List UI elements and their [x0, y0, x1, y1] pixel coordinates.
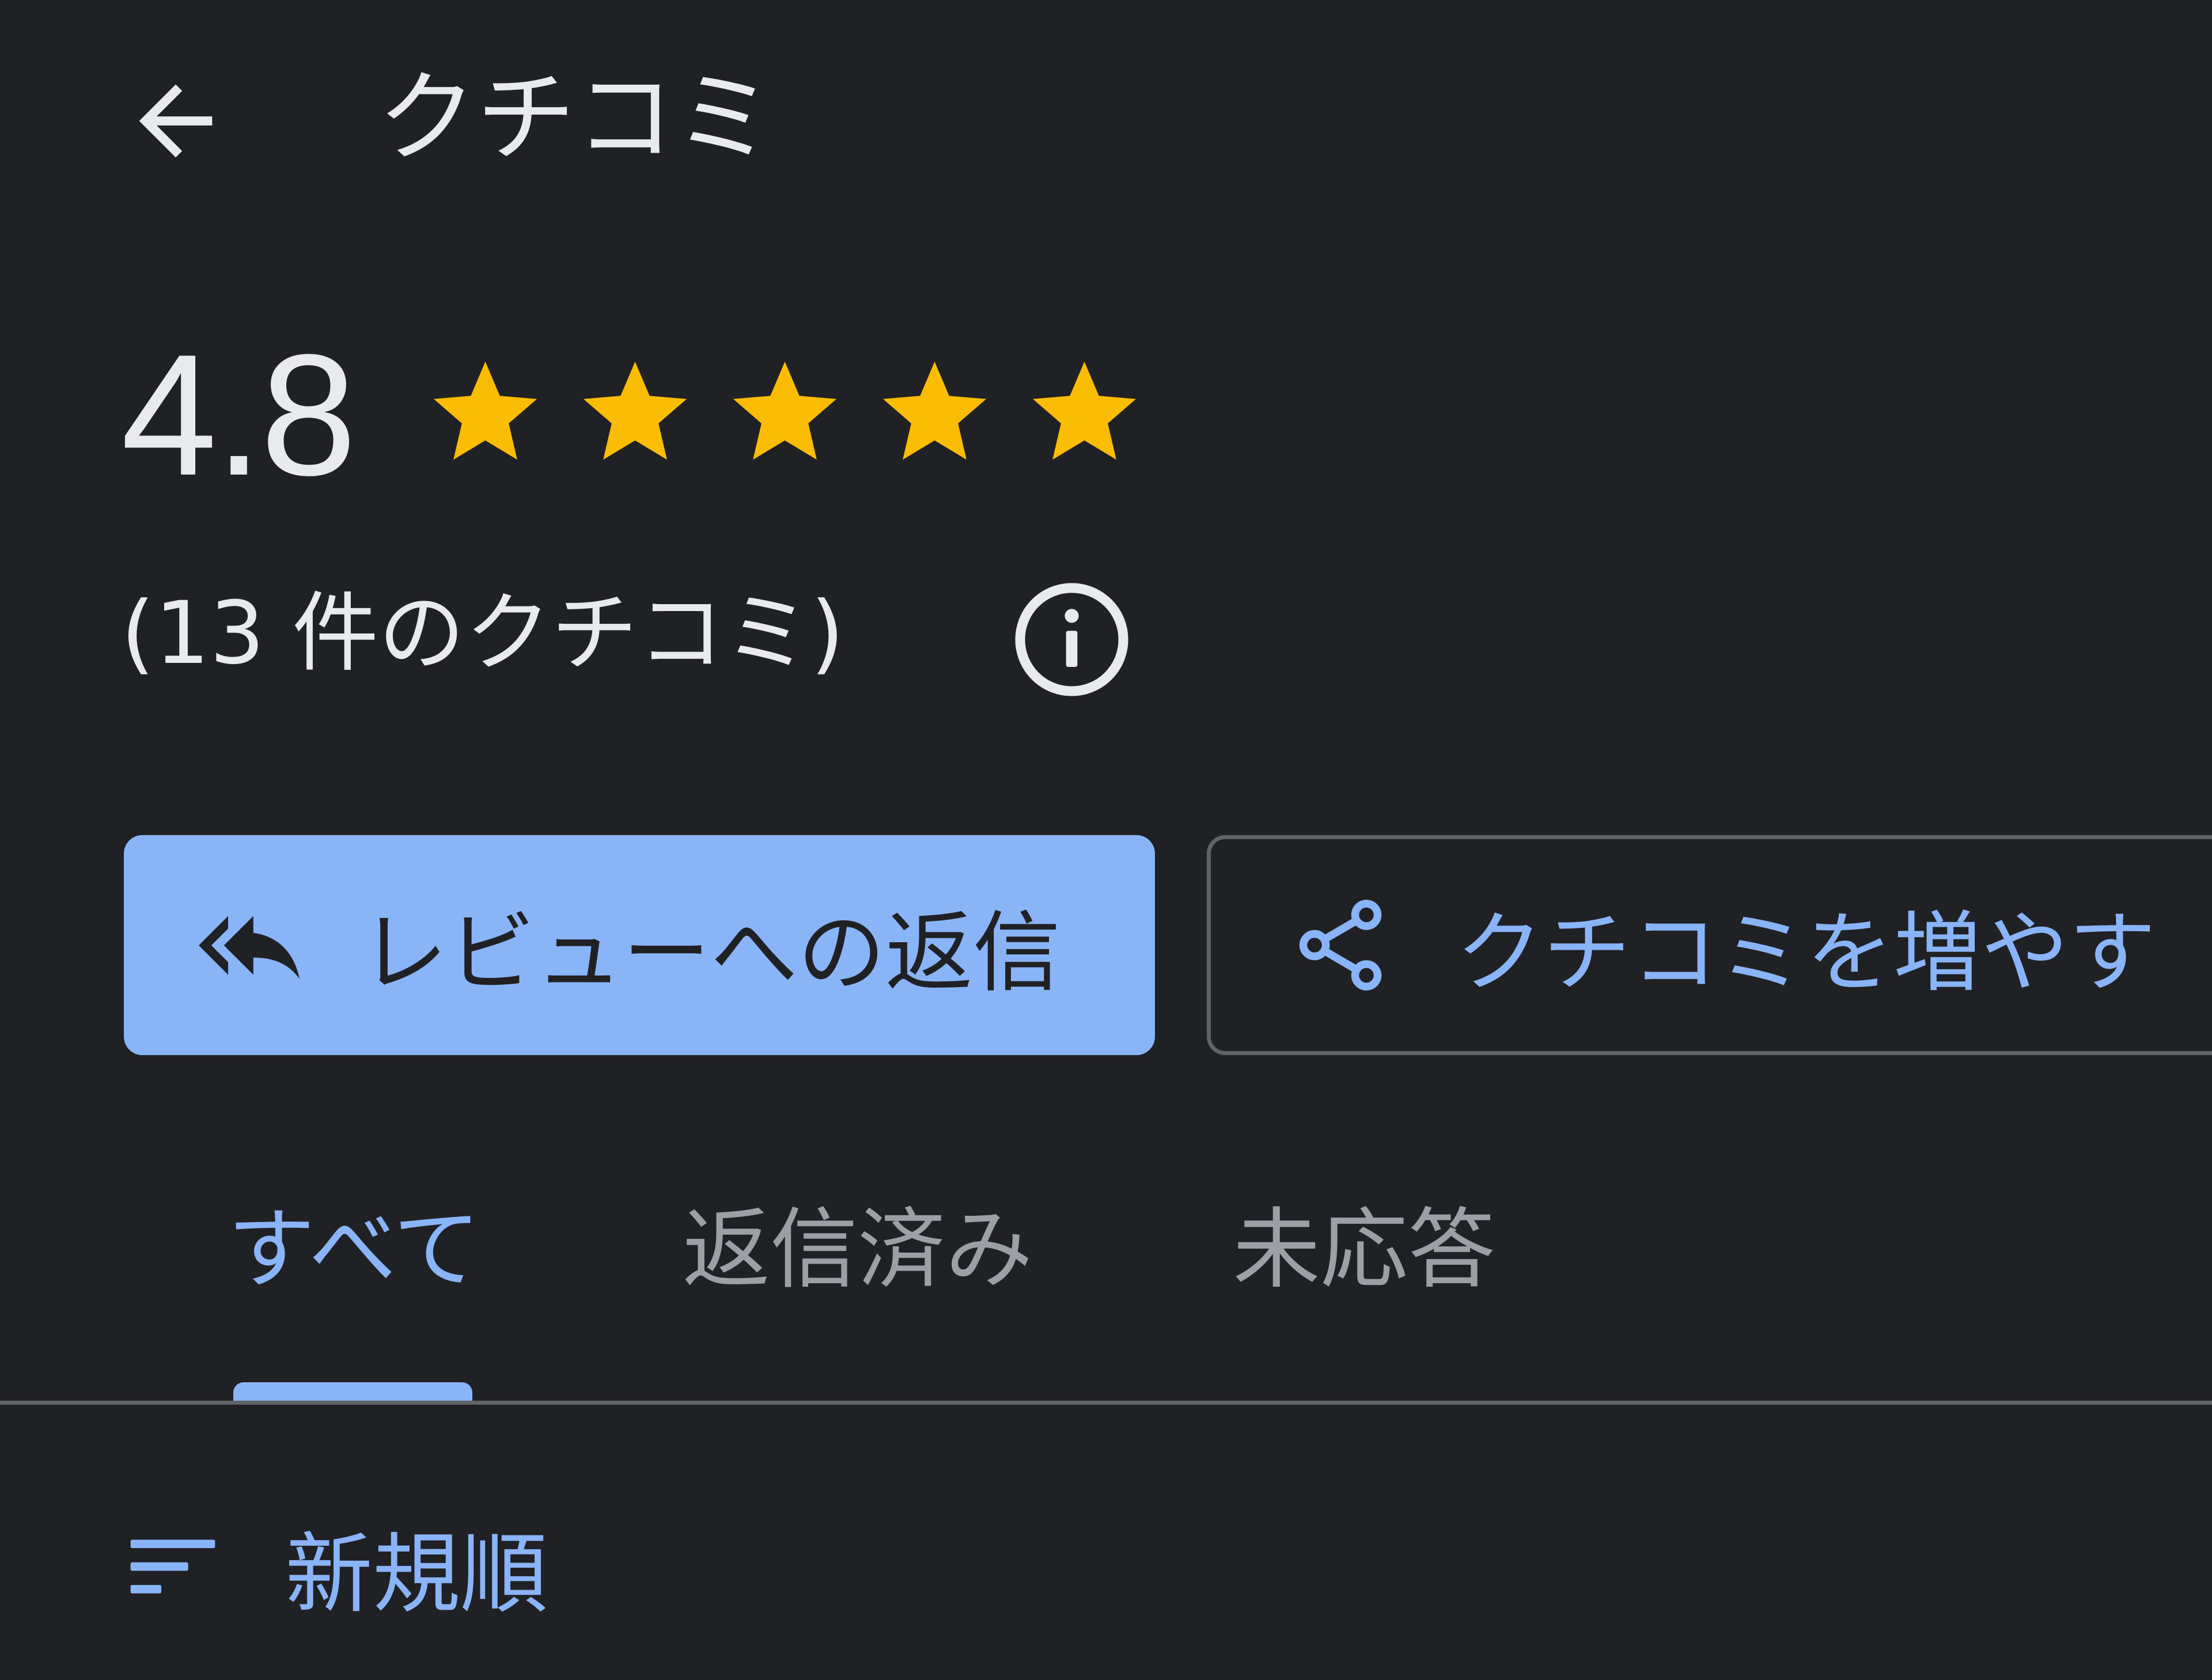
tab-unanswered[interactable]: 未応答 [1233, 1192, 1495, 1342]
star-icon [882, 361, 987, 460]
info-button[interactable] [1005, 573, 1138, 706]
sort-button[interactable]: 新規順 [127, 1497, 548, 1636]
page-title: クチコミ [377, 60, 774, 176]
star-icon [1032, 361, 1137, 460]
tabs-divider [0, 1401, 2212, 1405]
get-more-reviews-label: クチコミを増やす [1456, 902, 2156, 1004]
info-icon [1014, 582, 1128, 696]
sort-icon [130, 1539, 215, 1594]
tab-all[interactable]: すべて [228, 1192, 480, 1342]
get-more-reviews-button[interactable]: クチコミを増やす [1207, 835, 2212, 1055]
reply-all-icon [199, 915, 300, 979]
star-icon [433, 361, 537, 460]
arrow-back-icon [139, 84, 213, 158]
reply-to-reviews-button[interactable]: レビューへの返信 [124, 835, 1155, 1055]
reviews-screen: クチコミ 4.8 (13 件のクチコミ) レビューへの返信 クチコミを増やす す… [0, 0, 2212, 1680]
star-rating [423, 351, 1146, 475]
star-icon [733, 361, 837, 460]
selected-tab-indicator [233, 1382, 472, 1403]
sort-label: 新規順 [285, 1523, 548, 1625]
review-count: (13 件のクチコミ) [121, 583, 844, 684]
rating-value: 4.8 [121, 318, 357, 511]
tab-replied[interactable]: 返信済み [683, 1192, 1033, 1342]
share-icon [1299, 900, 1382, 991]
star-icon [583, 361, 687, 460]
reply-button-label: レビューへの返信 [360, 902, 1060, 1004]
back-button[interactable] [109, 55, 242, 187]
